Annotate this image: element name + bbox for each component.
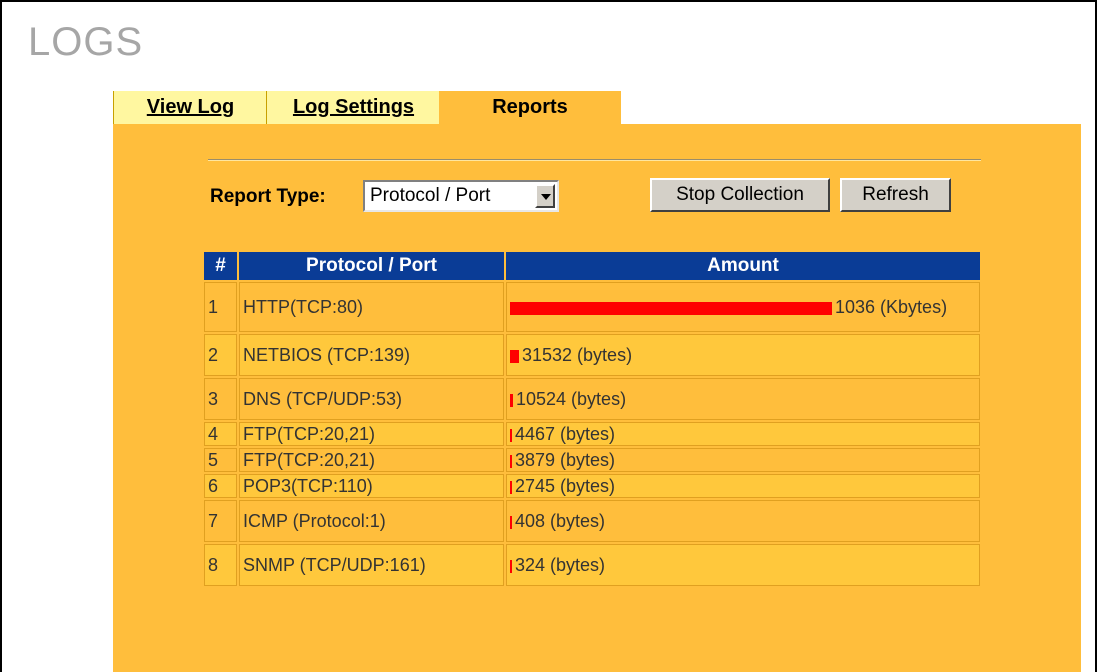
chevron-down-icon[interactable] bbox=[535, 184, 555, 208]
reports-panel: Report Type: Protocol / Port Stop Collec… bbox=[113, 124, 1081, 672]
report-type-label: Report Type: bbox=[210, 186, 326, 207]
row-amount-cell: 1036 (Kbytes) bbox=[506, 282, 980, 332]
table-row: 4 FTP(TCP:20,21) 4467 (bytes) bbox=[204, 422, 980, 446]
header-num: # bbox=[204, 252, 237, 280]
divider bbox=[208, 159, 981, 161]
amount-bar bbox=[510, 301, 832, 315]
row-number: 8 bbox=[204, 544, 237, 586]
row-amount-cell: 31532 (bytes) bbox=[506, 334, 980, 376]
amount-bar bbox=[510, 428, 512, 442]
tab-reports[interactable]: Reports bbox=[439, 91, 621, 127]
table-row: 1 HTTP(TCP:80) 1036 (Kbytes) bbox=[204, 282, 980, 332]
row-protocol: SNMP (TCP/UDP:161) bbox=[239, 544, 504, 586]
row-protocol: FTP(TCP:20,21) bbox=[239, 422, 504, 446]
row-amount-cell: 2745 (bytes) bbox=[506, 474, 980, 498]
amount-bar bbox=[510, 515, 512, 529]
row-number: 3 bbox=[204, 378, 237, 420]
table-row: 6 POP3(TCP:110) 2745 (bytes) bbox=[204, 474, 980, 498]
table-row: 7 ICMP (Protocol:1) 408 (bytes) bbox=[204, 500, 980, 542]
row-protocol: FTP(TCP:20,21) bbox=[239, 448, 504, 472]
row-protocol: ICMP (Protocol:1) bbox=[239, 500, 504, 542]
tab-reports-label: Reports bbox=[492, 96, 568, 118]
row-amount: 10524 (bytes) bbox=[516, 389, 627, 409]
table-row: 2 NETBIOS (TCP:139) 31532 (bytes) bbox=[204, 334, 980, 376]
row-amount-cell: 4467 (bytes) bbox=[506, 422, 980, 446]
table-row: 5 FTP(TCP:20,21) 3879 (bytes) bbox=[204, 448, 980, 472]
row-number: 1 bbox=[204, 282, 237, 332]
tab-log-settings[interactable]: Log Settings bbox=[266, 91, 440, 124]
row-amount: 31532 (bytes) bbox=[522, 345, 633, 365]
table-row: 3 DNS (TCP/UDP:53) 10524 (bytes) bbox=[204, 378, 980, 420]
report-type-select[interactable]: Protocol / Port bbox=[363, 180, 559, 212]
row-amount: 3879 (bytes) bbox=[515, 450, 616, 470]
row-number: 5 bbox=[204, 448, 237, 472]
report-type-value: Protocol / Port bbox=[370, 185, 491, 206]
row-number: 4 bbox=[204, 422, 237, 446]
table-header-row: # Protocol / Port Amount bbox=[204, 252, 980, 280]
row-protocol: NETBIOS (TCP:139) bbox=[239, 334, 504, 376]
amount-bar bbox=[510, 349, 519, 363]
row-amount: 408 (bytes) bbox=[515, 511, 606, 531]
row-protocol: HTTP(TCP:80) bbox=[239, 282, 504, 332]
row-amount-cell: 324 (bytes) bbox=[506, 544, 980, 586]
tab-view-log-label[interactable]: View Log bbox=[147, 96, 234, 118]
report-table-body: 1 HTTP(TCP:80) 1036 (Kbytes) 2 NETBIOS (TCP:… bbox=[204, 282, 980, 586]
row-amount-cell: 408 (bytes) bbox=[506, 500, 980, 542]
row-amount-cell: 10524 (bytes) bbox=[506, 378, 980, 420]
row-number: 7 bbox=[204, 500, 237, 542]
row-number: 6 bbox=[204, 474, 237, 498]
row-protocol: POP3(TCP:110) bbox=[239, 474, 504, 498]
header-amount: Amount bbox=[506, 252, 980, 280]
row-amount: 324 (bytes) bbox=[515, 555, 606, 575]
row-amount-cell: 3879 (bytes) bbox=[506, 448, 980, 472]
row-protocol: DNS (TCP/UDP:53) bbox=[239, 378, 504, 420]
amount-bar bbox=[510, 454, 512, 468]
stop-collection-button[interactable]: Stop Collection bbox=[650, 178, 830, 212]
tab-log-settings-label[interactable]: Log Settings bbox=[293, 96, 414, 118]
amount-bar bbox=[510, 559, 512, 573]
amount-bar bbox=[510, 480, 512, 494]
report-table: # Protocol / Port Amount 1 HTTP(TCP:80) 10… bbox=[202, 250, 982, 588]
amount-bar bbox=[510, 393, 513, 407]
row-amount: 1036 (Kbytes) bbox=[835, 297, 948, 317]
row-number: 2 bbox=[204, 334, 237, 376]
page-title: LOGS bbox=[28, 20, 144, 64]
header-protocol: Protocol / Port bbox=[239, 252, 504, 280]
tab-view-log[interactable]: View Log bbox=[113, 91, 267, 124]
row-amount: 2745 (bytes) bbox=[515, 476, 616, 496]
table-row: 8 SNMP (TCP/UDP:161) 324 (bytes) bbox=[204, 544, 980, 586]
refresh-button[interactable]: Refresh bbox=[840, 178, 951, 212]
row-amount: 4467 (bytes) bbox=[515, 424, 616, 444]
